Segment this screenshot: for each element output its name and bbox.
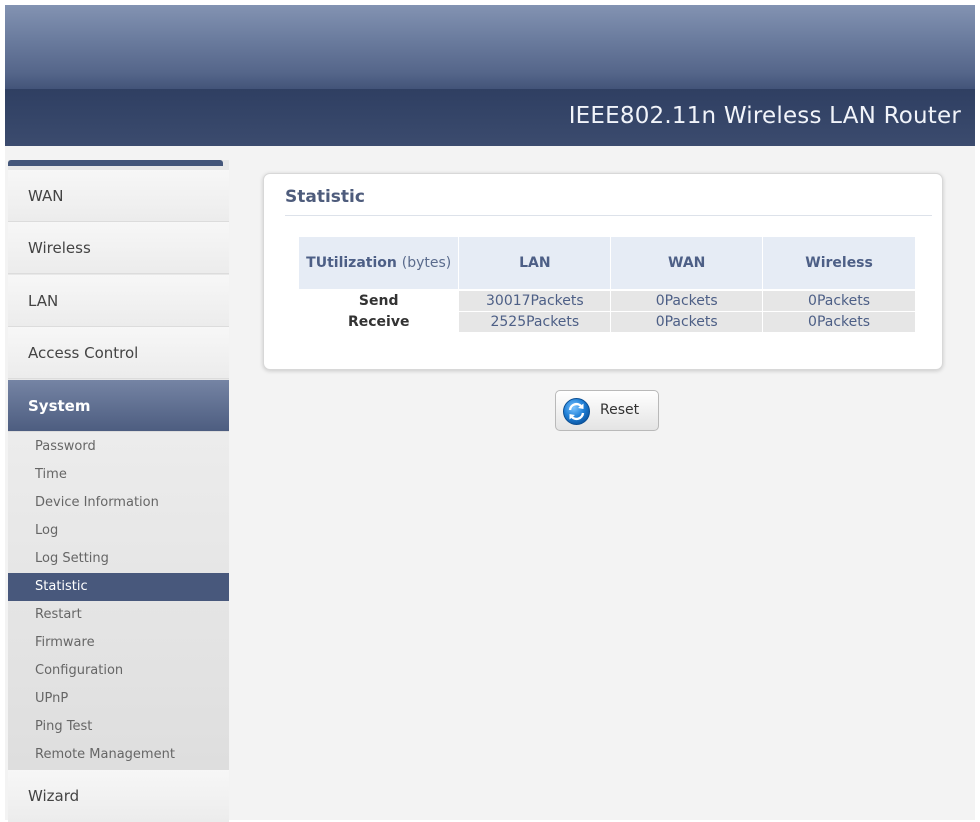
table-header-row: TUtilization (bytes) LAN WAN Wireless [299, 237, 915, 291]
sub-configuration[interactable]: Configuration [8, 657, 229, 685]
send-lan-value: 30017Packets [459, 291, 612, 312]
sub-statistic[interactable]: Statistic [8, 573, 229, 601]
sub-log[interactable]: Log [8, 517, 229, 545]
sidebar-top-accent [8, 160, 223, 166]
nav-wan[interactable]: WAN [8, 170, 229, 222]
table-row: Receive 2525Packets 0Packets 0Packets [299, 312, 915, 333]
sub-log-setting[interactable]: Log Setting [8, 545, 229, 573]
sub-restart[interactable]: Restart [8, 601, 229, 629]
receive-lan-value: 2525Packets [459, 312, 612, 333]
statistics-table: TUtilization (bytes) LAN WAN Wireless Se… [299, 237, 915, 333]
sub-password[interactable]: Password [8, 433, 229, 461]
sub-time[interactable]: Time [8, 461, 229, 489]
column-header-wireless: Wireless [763, 237, 915, 291]
nav-system[interactable]: System [8, 380, 229, 432]
utilization-header-label: TUtilization [306, 255, 397, 271]
sidebar: WAN Wireless LAN Access Control System P… [8, 160, 229, 822]
send-wireless-value: 0Packets [763, 291, 915, 312]
router-title: IEEE802.11n Wireless LAN Router [568, 103, 961, 129]
receive-wan-value: 0Packets [611, 312, 764, 333]
row-label-send: Send [299, 291, 460, 312]
nav-access-control[interactable]: Access Control [8, 327, 229, 379]
sub-firmware[interactable]: Firmware [8, 629, 229, 657]
nav-lan[interactable]: LAN [8, 275, 229, 327]
statistic-panel: Statistic TUtilization (bytes) LAN WAN W… [263, 173, 943, 370]
sub-remote-management[interactable]: Remote Management [8, 741, 229, 769]
table-row: Send 30017Packets 0Packets 0Packets [299, 291, 915, 312]
row-label-receive: Receive [299, 312, 460, 333]
panel-title: Statistic [285, 187, 365, 207]
panel-divider [285, 215, 932, 216]
sub-ping-test[interactable]: Ping Test [8, 713, 229, 741]
reset-label: Reset [600, 402, 640, 418]
utilization-header-unit: (bytes) [401, 255, 452, 271]
refresh-icon [563, 398, 590, 425]
column-header-wan: WAN [611, 237, 764, 291]
sub-upnp[interactable]: UPnP [8, 685, 229, 713]
nav-wireless[interactable]: Wireless [8, 222, 229, 274]
system-submenu: Password Time Device Information Log Log… [8, 432, 229, 770]
sub-device-information[interactable]: Device Information [8, 489, 229, 517]
reset-button[interactable]: Reset [555, 390, 659, 431]
send-wan-value: 0Packets [611, 291, 764, 312]
column-header-utilization: TUtilization (bytes) [299, 237, 460, 291]
receive-wireless-value: 0Packets [763, 312, 915, 333]
column-header-lan: LAN [459, 237, 612, 291]
header-banner: IEEE802.11n Wireless LAN Router [5, 5, 975, 146]
nav-wizard[interactable]: Wizard [8, 770, 229, 822]
